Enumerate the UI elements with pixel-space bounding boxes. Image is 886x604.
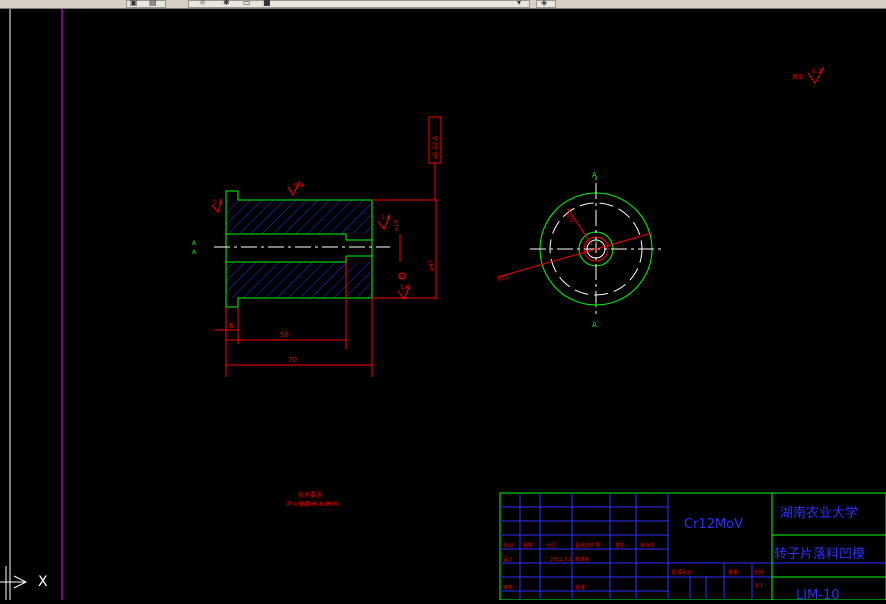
ucs-x-label: X (38, 574, 48, 590)
section-body-top (226, 200, 372, 234)
roughness-c: 1.6 (377, 214, 391, 230)
dim-70-text: 70 (288, 356, 297, 364)
layer-prev-button[interactable]: ◈ (536, 0, 556, 8)
row2-label-1: 设计 (503, 556, 513, 563)
toolbar: ▣ ▤ ☼ ✱ ▭ ■ ▾ ◈ (0, 0, 886, 9)
dim-58-text: 58 (280, 331, 289, 339)
notes-title: 技术要求 (298, 491, 322, 499)
row-label-5: 签名 (615, 542, 625, 549)
layer-icon: ▣ (130, 0, 138, 7)
roughness-global: 其余 6.3 (792, 66, 825, 84)
row-label-2: 处数 (523, 542, 533, 549)
leader-holes (497, 232, 653, 278)
tolerance-text: ⌀0.02 A (432, 135, 439, 159)
svg-text:0.8: 0.8 (213, 199, 223, 206)
dim-outer-text: ⌀47 (428, 260, 435, 271)
title-block[interactable]: 标记 处数 分区 更改文件号 签名 年月日 设计 标准化 2012.5.1 审核… (499, 492, 886, 600)
roughness-a: 0.4 (287, 180, 304, 197)
section-bottom-mark: A (592, 321, 597, 329)
material-text: Cr12MoV (684, 517, 743, 532)
row-label-6: 年月日 (640, 542, 655, 549)
svg-text:1.6: 1.6 (381, 214, 391, 221)
section-view[interactable]: A A 6 58 70 ⌀10 ⌀47 ⌀0.02 A 0.4 0.8 1.6 … (192, 116, 442, 377)
dim-bore-text: ⌀10 (393, 220, 400, 231)
row3-label-4: 批准 (575, 584, 585, 591)
section-top-mark: A (592, 171, 597, 179)
row-label-3: 分区 (546, 542, 556, 549)
layer-combobox[interactable]: ☼ ✱ ▭ ■ ▾ (188, 0, 530, 8)
section-mark-left-bottom: A (192, 249, 197, 256)
technical-notes: 技术要求 淬火硬度60-63HRC (286, 491, 340, 508)
svg-text:0.4: 0.4 (294, 182, 304, 189)
svg-text:其余: 其余 (792, 73, 804, 81)
datum-a: A (398, 272, 406, 281)
row3-label-1: 审核 (503, 584, 513, 591)
svg-text:6.3: 6.3 (812, 68, 822, 75)
drawing-no-text: LJM-10 (796, 588, 840, 600)
row-label-4: 更改文件号 (575, 542, 600, 549)
dim-6-text: 6 (229, 322, 234, 330)
end-view[interactable]: A A ⌀55 ⌀20 (497, 171, 662, 329)
lock-icon: ▭ (243, 0, 251, 7)
svg-text:1.6: 1.6 (400, 284, 410, 291)
roughness-b: 0.8 (211, 198, 223, 214)
layer-tools[interactable]: ▣ ▤ (126, 0, 166, 8)
stage-label-3: 比例 (754, 569, 764, 576)
roughness-d: 1.6 (397, 284, 411, 300)
date-text: 2012.5.1 (550, 557, 572, 563)
svg-text:A: A (399, 275, 403, 281)
layer-previous-icon: ◈ (541, 0, 548, 7)
part-name-text: 转子片落料凹模 (774, 547, 865, 562)
university-text: 湖南农业大学 (780, 505, 858, 521)
section-mark-left-top: A (192, 240, 197, 247)
scale-label: 1:1 (755, 583, 763, 589)
row2-label-4: 标准化 (575, 556, 590, 563)
row-label-1: 标记 (503, 542, 513, 549)
section-body-bottom (226, 262, 372, 298)
dim-small-text: ⌀20 (564, 213, 574, 224)
chevron-down-icon[interactable]: ▾ (517, 0, 521, 8)
color-swatch-icon: ■ (263, 0, 271, 7)
dim-holes-text: ⌀55 (497, 273, 510, 283)
layer-state-icon: ▤ (149, 0, 157, 7)
freeze-icon: ✱ (223, 0, 230, 7)
stage-label-1: 阶段标记 (672, 569, 692, 576)
ucs-icon: X (0, 566, 60, 604)
notes-line1: 淬火硬度60-63HRC (286, 500, 340, 508)
stage-label-2: 重量 (728, 569, 738, 576)
lightbulb-icon: ☼ (199, 0, 207, 7)
drawing-canvas[interactable]: A A 6 58 70 ⌀10 ⌀47 ⌀0.02 A 0.4 0.8 1.6 … (0, 9, 886, 600)
